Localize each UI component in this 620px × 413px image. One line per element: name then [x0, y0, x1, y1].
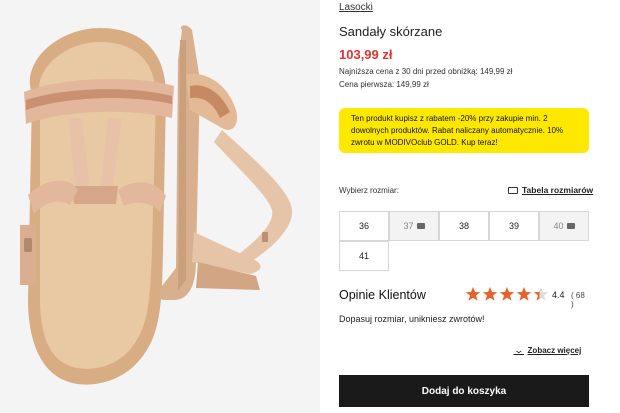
star-icon — [482, 287, 498, 301]
size-table-link[interactable]: Tabela rozmiarów — [508, 185, 593, 195]
product-title: Sandały skórzane — [339, 24, 443, 39]
promo-banner[interactable]: Ten produkt kupisz z rabatem -20% przy z… — [339, 108, 589, 153]
product-info: Lasocki Sandały skórzane 103,99 zł Najni… — [339, 0, 593, 413]
add-to-cart-button[interactable]: Dodaj do koszyka — [339, 375, 589, 407]
star-icon — [499, 287, 515, 301]
brand-link[interactable]: Lasocki — [339, 2, 373, 13]
product-image[interactable] — [0, 0, 320, 413]
ruler-icon — [508, 186, 518, 194]
see-more-link[interactable]: ⌄ Zobacz więcej — [513, 345, 582, 356]
lowest-price-note: Najniższa cena z 30 dni przed obniżką: 1… — [339, 67, 513, 76]
size-table-label: Tabela rozmiarów — [522, 185, 594, 195]
size-label: Wybierz rozmiar: — [339, 186, 399, 195]
notify-envelope-icon — [566, 223, 575, 229]
rating-stars[interactable] — [465, 286, 549, 302]
product-price: 103,99 zł — [339, 47, 393, 62]
size-option-37[interactable]: 37 — [389, 211, 439, 241]
reviews-title: Opinie Klientów — [339, 288, 426, 302]
size-option-40[interactable]: 40 — [539, 211, 589, 241]
rating-value: 4.4 — [552, 290, 565, 300]
sandal-illustration — [20, 25, 293, 385]
size-option-36[interactable]: 36 — [339, 211, 389, 241]
size-option-38[interactable]: 38 — [439, 211, 489, 241]
notify-envelope-icon — [416, 223, 425, 229]
size-option-39[interactable]: 39 — [489, 211, 539, 241]
size-option-41[interactable]: 41 — [339, 241, 389, 271]
star-icon — [516, 287, 532, 301]
chevron-down-icon: ⌄ — [513, 345, 525, 355]
see-more-label: Zobacz więcej — [527, 346, 582, 355]
star-icon — [465, 287, 481, 301]
first-price-note: Cena pierwsza: 149,99 zł — [339, 80, 429, 89]
size-hint: Dopasuj rozmiar, unikniesz zwrotów! — [339, 314, 485, 324]
star-icon — [533, 287, 549, 301]
rating-count: ( 68 ) — [571, 291, 585, 309]
